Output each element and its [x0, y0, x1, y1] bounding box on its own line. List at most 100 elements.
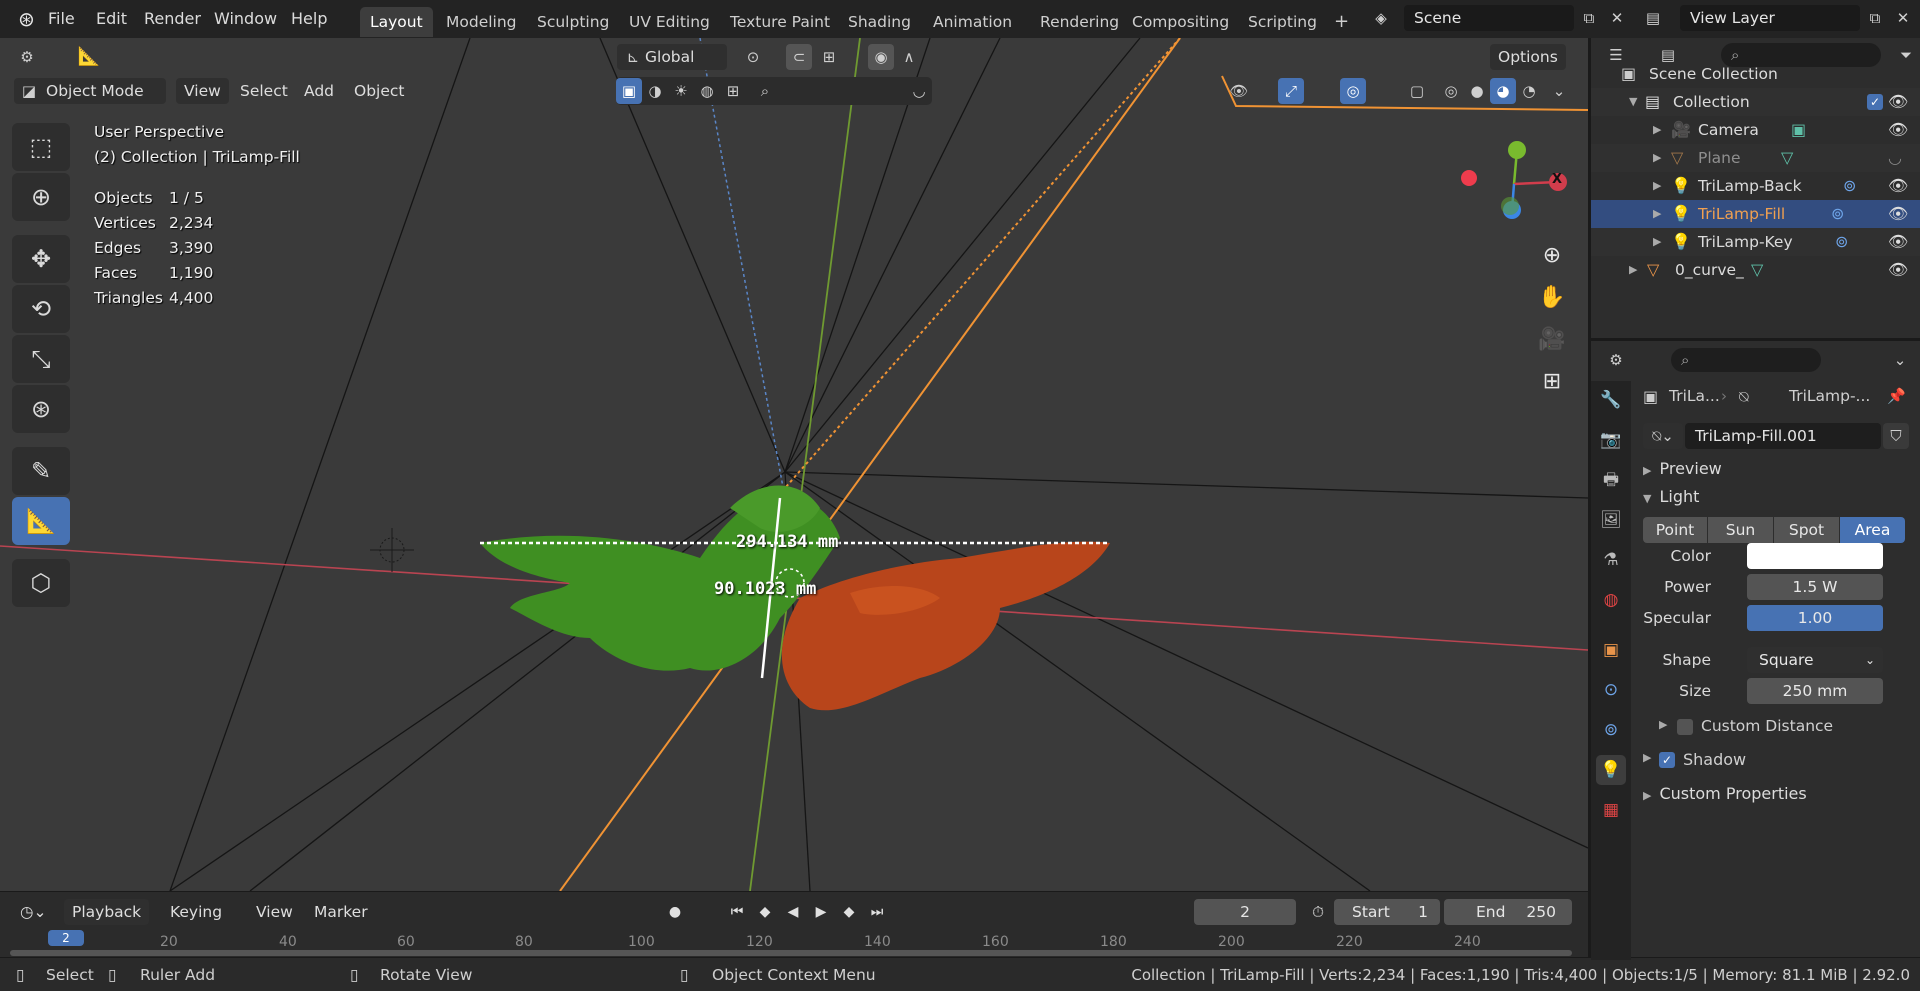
transform-tool-icon[interactable]: ⊛: [12, 385, 70, 433]
fake-user-shield-icon[interactable]: ⛉: [1883, 423, 1909, 449]
move-tool-icon[interactable]: ✥: [12, 235, 70, 283]
end-frame-field[interactable]: End 250: [1444, 899, 1572, 925]
cursor-tool-icon[interactable]: ⊕: [12, 173, 70, 221]
light-filter-icon[interactable]: ☀: [668, 78, 694, 104]
material-filter-icon[interactable]: ◑: [642, 78, 668, 104]
object-tab-icon[interactable]: ▣: [1596, 635, 1626, 665]
solid-shading-icon[interactable]: ●: [1464, 78, 1490, 104]
timeline-scrubber[interactable]: [10, 950, 1572, 956]
rendered-shading-icon[interactable]: ◔: [1516, 78, 1542, 104]
pan-view-icon[interactable]: ✋: [1534, 280, 1570, 316]
expand-arrow-icon[interactable]: ▶: [1629, 256, 1637, 284]
shading-options-icon[interactable]: ⌄: [1546, 78, 1572, 104]
timer-icon[interactable]: ⏱: [1304, 899, 1332, 925]
light-type-spot[interactable]: Spot: [1774, 517, 1839, 543]
texture-tab-icon[interactable]: ▦: [1596, 795, 1626, 825]
light-type-point[interactable]: Point: [1643, 517, 1707, 543]
scale-tool-icon[interactable]: ⤡: [12, 335, 70, 383]
viewport-menu-add[interactable]: Add: [296, 78, 342, 104]
visibility-eye-icon[interactable]: 👁: [1888, 200, 1908, 228]
visibility-eye-icon[interactable]: 👁: [1226, 78, 1252, 104]
new-view-layer-icon[interactable]: ⧉: [1862, 5, 1888, 31]
add-cube-tool-icon[interactable]: ⬡: [12, 559, 70, 607]
panel-shadow[interactable]: Shadow: [1683, 750, 1746, 769]
keying-dropdown[interactable]: Keying: [162, 899, 230, 925]
annotate-tool-icon[interactable]: ✎: [12, 447, 70, 495]
tab-scripting[interactable]: Scripting: [1238, 7, 1327, 37]
scene-field[interactable]: Scene: [1404, 5, 1574, 31]
expand-arrow-icon[interactable]: ▶: [1653, 172, 1661, 200]
timeline-editor-icon[interactable]: ◷⌄: [12, 899, 55, 925]
world-filter-icon[interactable]: ◍: [694, 78, 720, 104]
tab-uv-editing[interactable]: UV Editing: [619, 7, 720, 37]
tool-tab-icon[interactable]: 🔧: [1596, 385, 1626, 415]
visibility-eye-icon[interactable]: 👁: [1888, 228, 1908, 256]
camera-filter-icon[interactable]: ⊞: [720, 78, 746, 104]
render-tab-icon[interactable]: 📷: [1596, 425, 1626, 455]
auto-keying-icon[interactable]: ●: [662, 899, 688, 925]
light-type-sun[interactable]: Sun: [1708, 517, 1773, 543]
outliner-item-camera[interactable]: ▶ 🎥 Camera ▣ 👁: [1591, 116, 1920, 144]
rotate-tool-icon[interactable]: ⟲: [12, 285, 70, 333]
expand-arrow-icon[interactable]: ▶: [1653, 116, 1661, 144]
view-layer-browse-icon[interactable]: ▤: [1640, 5, 1666, 31]
hidden-eye-icon[interactable]: ◡: [1888, 144, 1902, 172]
outliner-item-curve[interactable]: ▶ ▽ 0_curve_ ▽ 👁: [1591, 256, 1920, 284]
visibility-eye-icon[interactable]: 👁: [1888, 172, 1908, 200]
expand-arrow-icon[interactable]: ▼: [1629, 88, 1637, 116]
menu-window[interactable]: Window: [210, 7, 281, 31]
properties-search-input[interactable]: ⌕: [1671, 348, 1821, 372]
options-dropdown[interactable]: Options: [1490, 44, 1566, 70]
menu-edit[interactable]: Edit: [92, 7, 131, 31]
tab-compositing[interactable]: Compositing: [1122, 7, 1239, 37]
menu-file[interactable]: File: [44, 7, 79, 31]
next-keyframe-icon[interactable]: ◆: [836, 899, 862, 925]
view-layer-field[interactable]: View Layer: [1680, 5, 1860, 31]
tab-modeling[interactable]: Modeling: [436, 7, 527, 37]
current-frame-field[interactable]: 2: [1194, 899, 1296, 925]
light-type-area[interactable]: Area: [1840, 517, 1905, 543]
timeline-marker-menu[interactable]: Marker: [306, 899, 376, 925]
outliner-item-collection[interactable]: ▼ ▤ Collection ✓ 👁: [1591, 88, 1920, 116]
view-layer-tab-icon[interactable]: 🖼: [1596, 505, 1626, 535]
collection-checkbox[interactable]: ✓: [1867, 94, 1883, 110]
3d-viewport[interactable]: X ⚙ 📐 Global ⊾ ⊙ ⊂ ⊞ ◉ ∧ Options Object …: [0, 38, 1588, 891]
tab-animation[interactable]: Animation: [923, 7, 1022, 37]
blender-logo-icon[interactable]: ⊛: [14, 7, 39, 31]
perspective-toggle-icon[interactable]: ⊞: [1534, 364, 1570, 400]
light-data-tab-icon[interactable]: 💡: [1596, 755, 1626, 785]
pivot-point-icon[interactable]: ⊙: [740, 44, 766, 70]
start-frame-field[interactable]: Start 1: [1334, 899, 1440, 925]
prev-keyframe-icon[interactable]: ◆: [752, 899, 778, 925]
scene-tab-icon[interactable]: ⚗: [1596, 545, 1626, 575]
tab-texture-paint[interactable]: Texture Paint: [720, 7, 840, 37]
panel-light[interactable]: ▼ Light: [1643, 487, 1699, 506]
editor-type-icon[interactable]: ⚙: [14, 44, 40, 70]
tab-sculpting[interactable]: Sculpting: [527, 7, 619, 37]
datablock-name-field[interactable]: TriLamp-Fill.001: [1685, 423, 1881, 449]
world-tab-icon[interactable]: ◍: [1596, 585, 1626, 615]
falloff-icon[interactable]: ∧: [896, 44, 922, 70]
add-workspace-button[interactable]: +: [1324, 7, 1359, 37]
outliner-scene-collection[interactable]: ▣ Scene Collection: [1591, 60, 1920, 88]
gizmo-toggle-icon[interactable]: ⤢: [1278, 78, 1304, 104]
outliner-item-trilamp-fill[interactable]: ▶ 💡 TriLamp-Fill ⊚ 👁: [1591, 200, 1920, 228]
outliner-item-trilamp-back[interactable]: ▶ 💡 TriLamp-Back ⊚ 👁: [1591, 172, 1920, 200]
play-reverse-icon[interactable]: ◀: [780, 899, 806, 925]
physics-tab-icon[interactable]: ⊚: [1596, 715, 1626, 745]
scene-browse-icon[interactable]: ◈: [1368, 5, 1394, 31]
expand-arrow-icon[interactable]: ▶: [1653, 228, 1661, 256]
current-frame-marker[interactable]: 2: [48, 930, 84, 946]
material-shading-icon[interactable]: ◕: [1490, 78, 1516, 104]
color-swatch[interactable]: [1747, 543, 1883, 569]
tab-layout[interactable]: Layout: [360, 7, 433, 37]
jump-start-icon[interactable]: ⏮: [724, 899, 750, 925]
power-field[interactable]: 1.5 W: [1747, 574, 1883, 600]
constraints-tab-icon[interactable]: ⊙: [1596, 675, 1626, 705]
viewport-menu-select[interactable]: Select: [232, 78, 296, 104]
panel-preview[interactable]: ▶ Preview: [1643, 459, 1722, 478]
custom-distance-checkbox[interactable]: [1677, 719, 1693, 735]
proportional-edit-icon[interactable]: ◉: [868, 44, 894, 70]
visibility-eye-icon[interactable]: 👁: [1888, 116, 1908, 144]
size-field[interactable]: 250 mm: [1747, 678, 1883, 704]
